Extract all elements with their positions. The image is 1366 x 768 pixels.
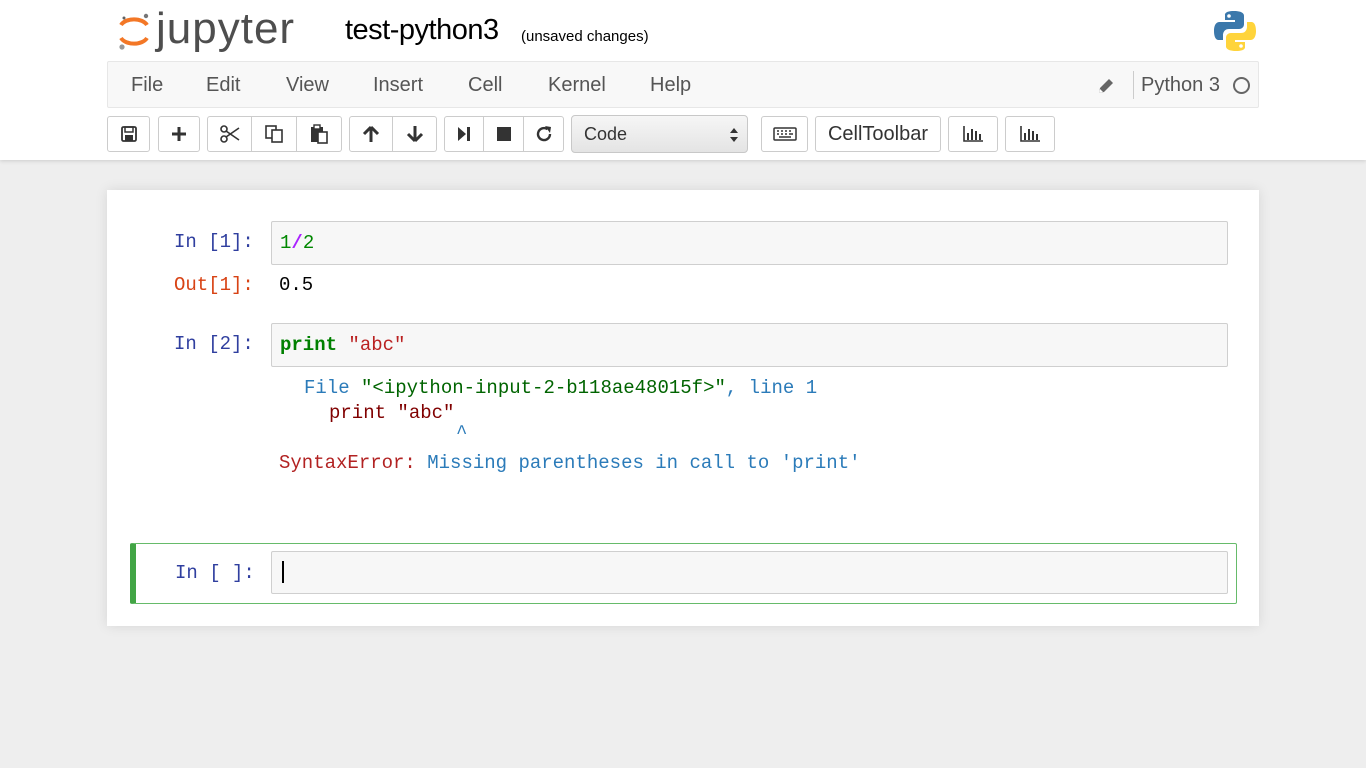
input-prompt: In [2]: xyxy=(174,333,254,355)
jupyter-logo[interactable]: jupyter xyxy=(118,4,323,56)
save-status: (unsaved changes) xyxy=(521,28,649,45)
code-string: "abc" xyxy=(348,334,406,356)
error-type: SyntaxError: xyxy=(279,452,416,474)
code-number: 1 xyxy=(280,232,292,254)
keyboard-icon xyxy=(772,127,797,141)
run-cell-button[interactable] xyxy=(444,116,484,152)
paste-button[interactable] xyxy=(297,116,342,152)
input-prompt: In [1]: xyxy=(174,231,254,253)
code-cell-3-selected[interactable]: In [ ]: xyxy=(130,543,1237,604)
menu-file[interactable]: File xyxy=(131,74,163,97)
cell-type-select[interactable]: Code xyxy=(571,115,748,153)
kernel-name[interactable]: Python 3 xyxy=(1141,74,1220,97)
traceback-file-line: File "<ipython-input-2-b118ae48015f>", l… xyxy=(304,377,817,399)
save-icon xyxy=(120,126,137,142)
arrow-up-icon xyxy=(362,125,380,142)
menu-kernel[interactable]: Kernel xyxy=(548,74,606,97)
plus-icon xyxy=(172,127,186,141)
notebook-name[interactable]: test-python3 xyxy=(345,14,499,47)
python-logo-icon xyxy=(1214,11,1256,51)
bar-chart-icon xyxy=(1020,126,1040,142)
output-prompt: Out[1]: xyxy=(174,274,254,296)
input-prompt: In [ ]: xyxy=(175,562,255,584)
edit-mode-pencil-icon xyxy=(1099,79,1113,93)
bar-chart-icon xyxy=(963,126,983,142)
chart-button-2[interactable] xyxy=(1005,116,1055,152)
traceback-code-string: "abc" xyxy=(397,402,455,424)
code-text: 1/2 xyxy=(280,232,314,254)
stop-icon xyxy=(496,127,511,141)
code-keyword: print xyxy=(280,334,338,356)
notebook-container: In [1]: 1/2 Out[1]: 0.5 In [2]: print "a… xyxy=(107,190,1259,626)
traceback-line-label: , line 1 xyxy=(725,377,818,399)
paste-icon xyxy=(311,124,328,144)
cell-output: 0.5 xyxy=(279,274,314,296)
command-palette-button[interactable] xyxy=(761,116,808,152)
chart-button-1[interactable] xyxy=(948,116,998,152)
menu-edit[interactable]: Edit xyxy=(206,74,240,97)
traceback-file-path: "<ipython-input-2-b118ae48015f>" xyxy=(361,377,726,399)
menu-view[interactable]: View xyxy=(286,74,329,97)
kernel-separator xyxy=(1133,71,1134,99)
code-number: 2 xyxy=(302,232,315,254)
code-input-area[interactable] xyxy=(271,551,1228,594)
menu-insert[interactable]: Insert xyxy=(373,74,423,97)
jupyter-logo-text: jupyter xyxy=(156,4,296,53)
kernel-idle-indicator-icon xyxy=(1233,77,1250,94)
save-button[interactable] xyxy=(107,116,150,152)
restart-kernel-button[interactable] xyxy=(524,116,564,152)
code-input-area[interactable]: 1/2 xyxy=(271,221,1228,265)
traceback-file-label: File xyxy=(304,377,350,399)
cut-button[interactable] xyxy=(207,116,252,152)
menubar: File Edit View Insert Cell Kernel Help P… xyxy=(107,61,1259,108)
code-operator: / xyxy=(291,232,303,254)
traceback-error-line: SyntaxError: Missing parentheses in call… xyxy=(279,452,861,474)
menu-help[interactable]: Help xyxy=(650,74,691,97)
celltoolbar-button[interactable]: CellToolbar xyxy=(815,116,941,152)
scissors-icon xyxy=(219,125,239,143)
insert-cell-button[interactable] xyxy=(158,116,200,152)
arrow-down-icon xyxy=(406,126,423,143)
move-cell-up-button[interactable] xyxy=(349,116,393,152)
menu-cell[interactable]: Cell xyxy=(468,74,502,97)
interrupt-kernel-button[interactable] xyxy=(484,116,524,152)
jupyter-logo-icon xyxy=(119,13,149,50)
error-message: Missing parentheses in call to 'print' xyxy=(427,452,861,474)
refresh-icon xyxy=(536,126,551,142)
traceback-code-line: print "abc" xyxy=(329,402,454,424)
copy-button[interactable] xyxy=(252,116,297,152)
text-cursor xyxy=(282,561,284,583)
celltoolbar-label: CellToolbar xyxy=(827,122,929,145)
cell-type-value: Code xyxy=(584,124,628,144)
move-cell-down-button[interactable] xyxy=(393,116,437,152)
code-input-area[interactable]: print "abc" xyxy=(271,323,1228,367)
step-forward-icon xyxy=(458,127,470,141)
select-arrows-icon xyxy=(730,128,738,142)
code-text: print "abc" xyxy=(280,334,405,356)
copy-icon xyxy=(265,125,283,143)
traceback-caret: ^ xyxy=(456,422,468,444)
traceback-code-keyword: print xyxy=(329,402,387,424)
